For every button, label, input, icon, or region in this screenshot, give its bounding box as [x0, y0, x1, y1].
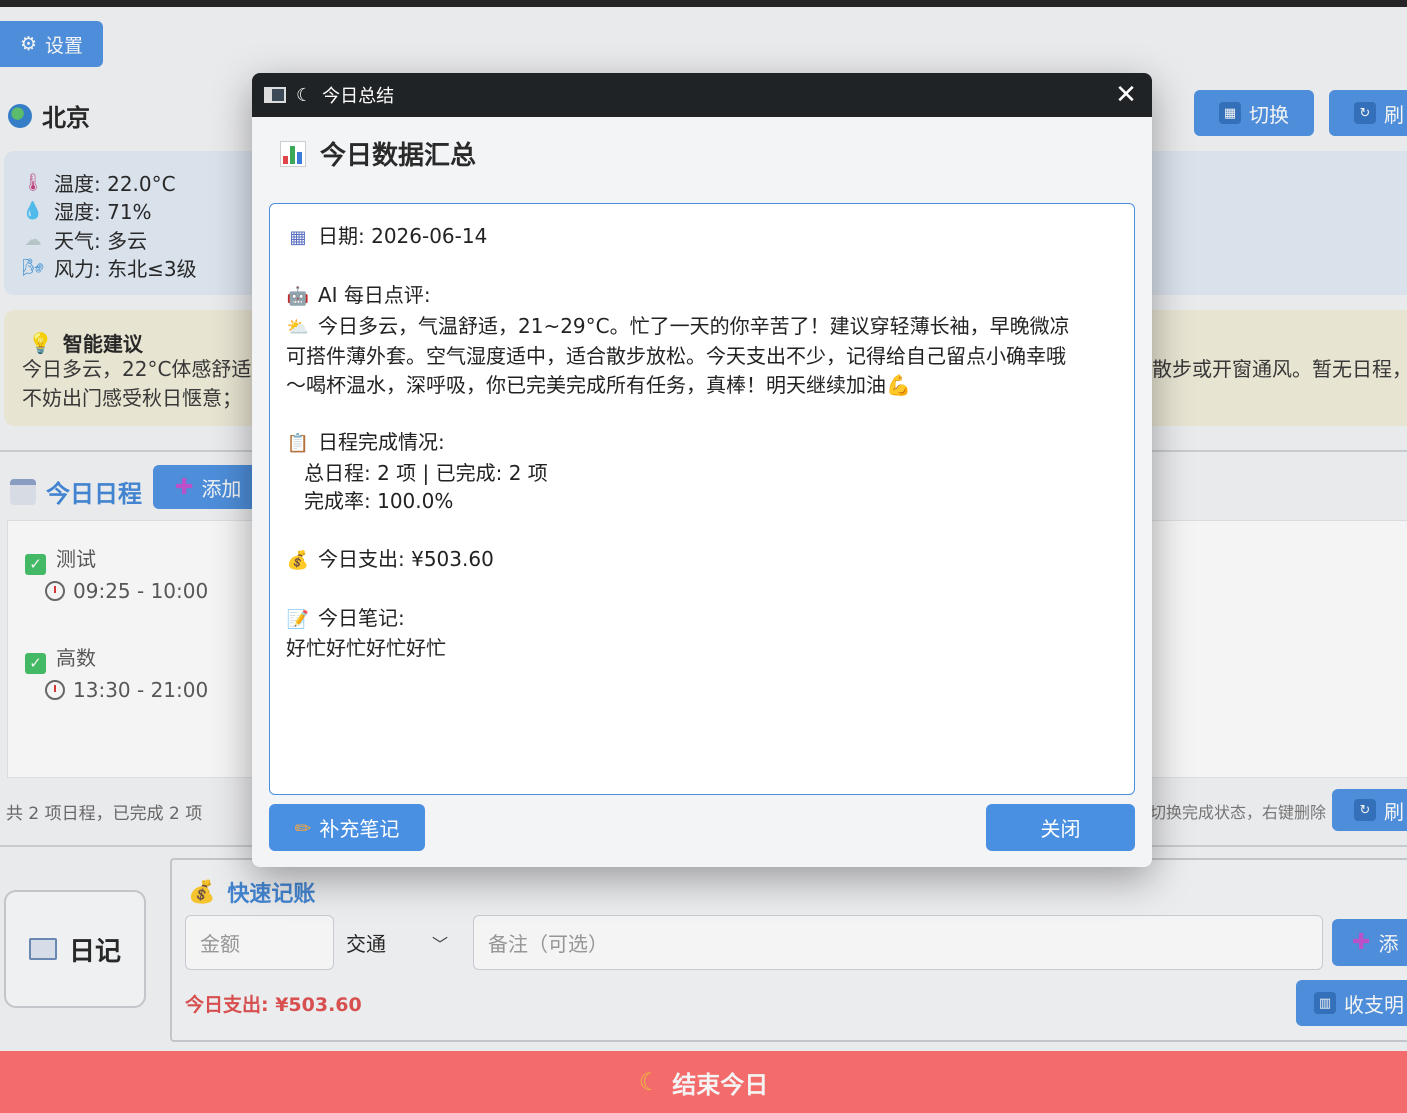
crescent-moon-icon: ☾ — [296, 84, 313, 106]
summary-expense: 今日支出: ¥503.60 — [318, 546, 494, 571]
supplement-notes-button[interactable]: ✏ 补充笔记 — [269, 804, 425, 851]
window-icon — [264, 87, 286, 103]
money-bag-icon: 💰 — [286, 549, 310, 571]
ai-review-row: ⛅ 今日多云，气温舒适，21~29°C。忙了一天的你辛苦了！建议穿轻薄长袖，早晚微… — [286, 312, 1118, 343]
dialog-heading: 今日数据汇总 — [280, 135, 476, 172]
schedule-status-title: 日程完成情况: — [318, 430, 445, 455]
pencil-icon: ✏ — [294, 815, 312, 840]
ai-review-title-row: 🤖 AI 每日点评: — [286, 281, 1118, 312]
schedule-status-title-row: 📋 日程完成情况: — [286, 428, 1118, 459]
notes-title: 今日笔记: — [318, 605, 405, 630]
summary-date: 日期: 2026-06-14 — [318, 224, 488, 248]
dialog-titlebar[interactable]: ☾ 今日总结 ✕ — [252, 73, 1152, 117]
calendar-icon: ▦ — [289, 227, 307, 248]
ai-review-line-2: 可搭件薄外套。空气湿度适中，适合散步放松。今天支出不少，记得给自己留点小确幸哦 — [286, 344, 1066, 369]
ai-review-line-3: ～喝杯温水，深呼吸，你已完美完成所有任务，真棒！明天继续加油💪 — [286, 372, 911, 397]
sun-behind-cloud-icon: ⛅ — [286, 316, 310, 338]
close-icon[interactable]: ✕ — [1112, 81, 1140, 109]
ai-review-title: AI 每日点评: — [318, 283, 431, 308]
summary-dialog: ☾ 今日总结 ✕ 今日数据汇总 ▦ 日期: 2026-06-14 🤖 AI 每日点评… — [252, 73, 1152, 867]
clipboard-icon: 📋 — [286, 433, 310, 455]
supplement-notes-label: 补充笔记 — [319, 817, 400, 841]
summary-textarea[interactable]: ▦ 日期: 2026-06-14 🤖 AI 每日点评: ⛅ 今日多云，气温舒适，21~… — [269, 203, 1135, 795]
notes-title-row: 📝 今日笔记: — [286, 604, 1118, 635]
robot-icon: 🤖 — [286, 286, 310, 308]
dialog-heading-text: 今日数据汇总 — [320, 141, 477, 171]
summary-expense-row: 💰 今日支出: ¥503.60 — [286, 545, 1118, 576]
ai-review-line-1: 今日多云，气温舒适，21~29°C。忙了一天的你辛苦了！建议穿轻薄长袖，早晚微凉 — [318, 313, 1070, 338]
schedule-status-line-1: 总日程: 2 项 | 已完成: 2 项 — [304, 460, 548, 485]
schedule-status-line-2: 完成率: 100.0% — [304, 489, 454, 514]
dialog-title: 今日总结 — [322, 86, 395, 107]
notes-text: 好忙好忙好忙好忙 — [286, 636, 446, 661]
summary-date-row: ▦ 日期: 2026-06-14 — [286, 222, 1118, 253]
close-button[interactable]: 关闭 — [986, 804, 1135, 851]
memo-icon: 📝 — [286, 608, 310, 630]
bar-chart-icon — [280, 140, 306, 167]
